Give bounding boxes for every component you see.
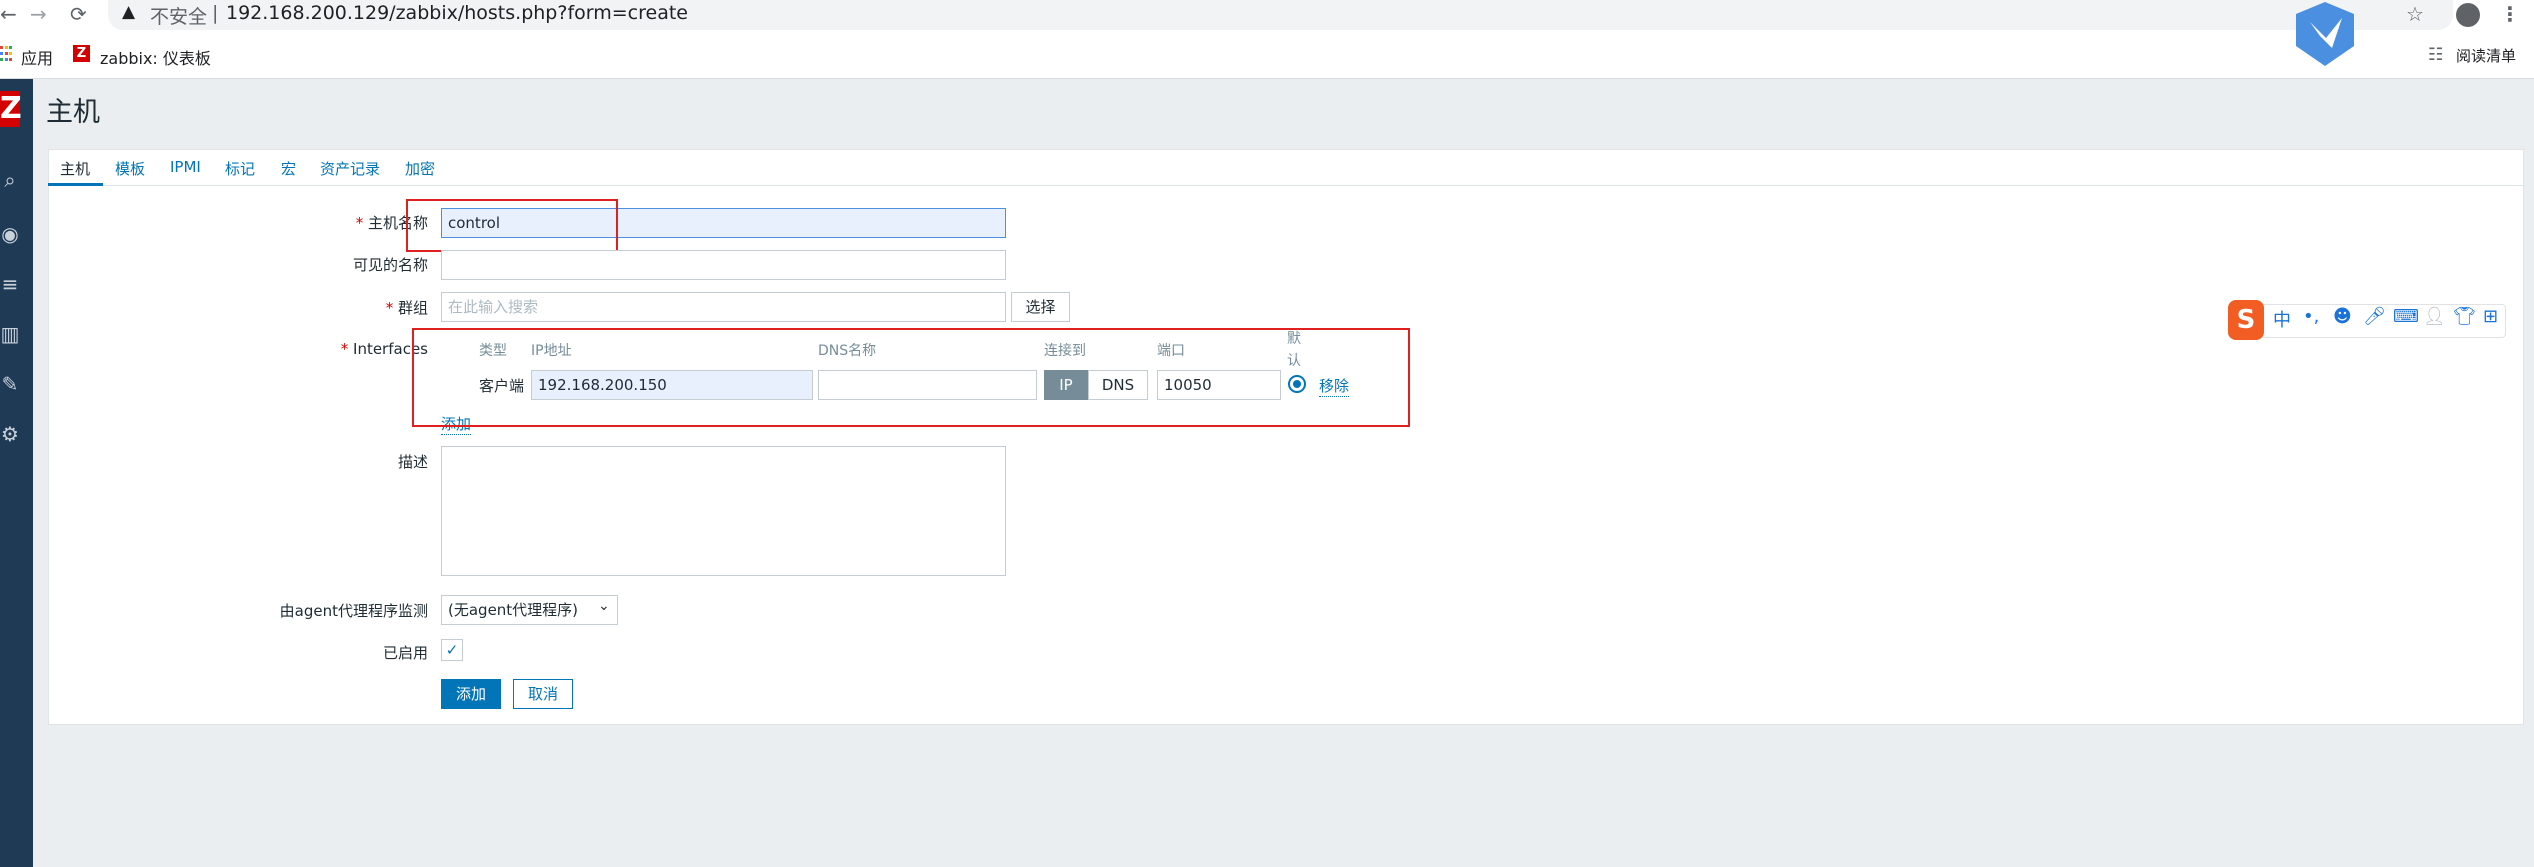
visible-name-input[interactable] bbox=[441, 250, 1006, 280]
url-divider: | bbox=[212, 2, 219, 24]
host-name-label: * 主机名称 bbox=[355, 214, 428, 232]
sidebar bbox=[0, 79, 33, 867]
reload-icon[interactable]: ⟳ bbox=[70, 2, 87, 26]
groups-select-button[interactable]: 选择 bbox=[1011, 292, 1070, 322]
reading-list[interactable]: 阅读清单 bbox=[2456, 45, 2516, 66]
back-icon[interactable]: ← bbox=[0, 2, 17, 26]
tab-ipmi[interactable]: IPMI bbox=[170, 158, 201, 176]
wrench-icon[interactable]: ✎ bbox=[0, 372, 20, 396]
tab-templates[interactable]: 模板 bbox=[115, 158, 145, 179]
user-icon[interactable]: 👤︎ bbox=[2423, 306, 2446, 327]
warning-icon[interactable]: ▲ bbox=[122, 2, 135, 22]
active-tab-indicator bbox=[48, 183, 103, 186]
zabbix-favicon: Z bbox=[73, 45, 90, 62]
star-icon[interactable]: ☆ bbox=[2406, 2, 2424, 26]
annotation-box-interfaces bbox=[412, 328, 1410, 427]
skin-shirt-icon[interactable]: 👕︎ bbox=[2453, 306, 2476, 327]
search-icon[interactable]: ⌕ bbox=[0, 168, 20, 192]
microphone-icon[interactable]: 🎤︎ bbox=[2363, 306, 2386, 327]
url-text[interactable]: 192.168.200.129/zabbix/hosts.php?form=cr… bbox=[226, 2, 688, 24]
description-textarea[interactable] bbox=[441, 446, 1006, 576]
emoji-icon[interactable]: ☻ bbox=[2333, 306, 2352, 327]
groups-label: * 群组 bbox=[385, 299, 428, 317]
enabled-checkbox[interactable]: ✓ bbox=[441, 639, 463, 661]
tab-divider bbox=[48, 185, 2524, 186]
add-button[interactable]: 添加 bbox=[441, 679, 501, 709]
profile-avatar[interactable] bbox=[2456, 3, 2480, 27]
sogou-logo-icon[interactable]: S bbox=[2228, 300, 2264, 340]
forward-icon[interactable]: → bbox=[30, 2, 47, 26]
tab-inventory[interactable]: 资产记录 bbox=[320, 158, 380, 179]
chevron-down-icon: ⌄ bbox=[598, 598, 610, 614]
keyboard-icon[interactable]: ⌨ bbox=[2393, 306, 2419, 327]
list-icon[interactable]: ≡ bbox=[0, 272, 20, 296]
ime-lang[interactable]: 中 bbox=[2273, 306, 2291, 332]
interfaces-label: * Interfaces bbox=[340, 340, 428, 358]
visible-name-label: 可见的名称 bbox=[352, 256, 428, 274]
eye-icon[interactable]: ◉ bbox=[0, 222, 20, 246]
description-label: 描述 bbox=[397, 453, 428, 471]
bookmark-apps[interactable]: 应用 bbox=[21, 45, 53, 69]
reading-list-icon[interactable]: ☷ bbox=[2428, 45, 2443, 65]
bookmark-zabbix[interactable]: zabbix: 仪表板 bbox=[100, 45, 211, 69]
tab-macros[interactable]: 宏 bbox=[281, 158, 296, 179]
page-title: 主机 bbox=[46, 97, 100, 128]
extension-bird-icon[interactable] bbox=[2292, 0, 2358, 68]
tab-host[interactable]: 主机 bbox=[60, 158, 90, 179]
apps-grid-icon[interactable] bbox=[0, 46, 12, 62]
tab-tags[interactable]: 标记 bbox=[225, 158, 255, 179]
punctuation-icon[interactable]: •, bbox=[2303, 306, 2319, 327]
reports-icon[interactable]: ▥ bbox=[0, 322, 20, 346]
tab-encryption[interactable]: 加密 bbox=[405, 158, 435, 179]
menu-icon[interactable]: ⋮ bbox=[2500, 2, 2520, 26]
zabbix-logo[interactable]: Z bbox=[0, 91, 22, 127]
groups-search-input[interactable]: 在此输入搜索 bbox=[441, 292, 1006, 322]
enabled-label: 已启用 bbox=[382, 644, 428, 662]
proxy-label: 由agent代理程序监测 bbox=[279, 602, 428, 620]
gear-icon[interactable]: ⚙ bbox=[0, 422, 20, 446]
security-label[interactable]: 不安全 bbox=[150, 2, 207, 29]
more-grid-icon[interactable]: ⊞ bbox=[2483, 306, 2498, 327]
annotation-box-hostname bbox=[406, 199, 618, 252]
proxy-select[interactable]: (无agent代理程序) bbox=[441, 595, 618, 625]
cancel-button[interactable]: 取消 bbox=[513, 679, 573, 709]
